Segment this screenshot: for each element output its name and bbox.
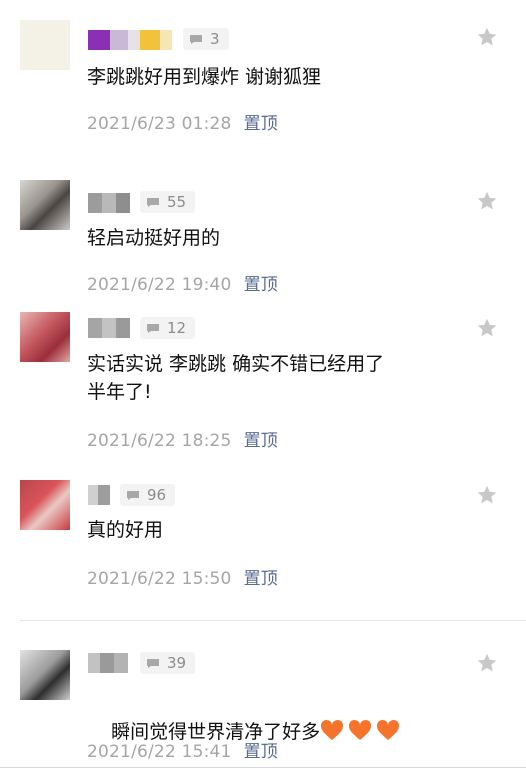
divider xyxy=(20,620,526,621)
comment-text: 李跳跳好用到爆炸 谢谢狐狸 xyxy=(87,66,322,88)
comment-meta: 2021/6/22 15:41 置顶 xyxy=(87,737,278,762)
username-pixelated[interactable] xyxy=(88,485,110,505)
heart-icon xyxy=(321,719,344,740)
reply-count: 39 xyxy=(167,654,187,672)
pin-link[interactable]: 置顶 xyxy=(244,114,278,134)
username-pixelated[interactable] xyxy=(88,30,172,50)
divider xyxy=(0,767,526,768)
reply-count-badge[interactable]: 39 xyxy=(140,652,196,674)
username-pixelated[interactable] xyxy=(88,318,130,338)
pin-link[interactable]: 置顶 xyxy=(244,569,278,589)
pin-link[interactable]: 置顶 xyxy=(244,742,278,762)
heart-icon xyxy=(349,719,372,740)
comment-meta: 2021/6/22 15:50 置顶 xyxy=(87,564,278,589)
comment-text: 实话实说 李跳跳 确实不错已经用了 半年了! xyxy=(87,353,385,403)
comment-text: 轻启动挺好用的 xyxy=(87,227,221,249)
comment-meta: 2021/6/23 01:28 置顶 xyxy=(87,109,278,134)
comment-bubble-icon xyxy=(189,34,203,45)
reply-count: 96 xyxy=(147,486,167,504)
pin-link[interactable]: 置顶 xyxy=(244,431,278,451)
avatar[interactable] xyxy=(20,312,70,362)
star-icon[interactable] xyxy=(476,26,498,48)
star-icon[interactable] xyxy=(476,317,498,339)
avatar[interactable] xyxy=(20,20,70,70)
avatar[interactable] xyxy=(20,480,70,530)
username-pixelated[interactable] xyxy=(88,653,128,673)
reply-count-badge[interactable]: 3 xyxy=(183,28,229,50)
star-icon[interactable] xyxy=(476,484,498,506)
comment-bubble-icon xyxy=(126,490,140,501)
timestamp: 2021/6/22 15:41 xyxy=(87,742,232,762)
reply-count-badge[interactable]: 55 xyxy=(140,191,196,213)
comment-meta: 2021/6/22 19:40 置顶 xyxy=(87,270,278,295)
avatar[interactable] xyxy=(20,650,70,700)
comment-text: 真的好用 xyxy=(87,519,164,541)
avatar[interactable] xyxy=(20,180,70,230)
timestamp: 2021/6/22 15:50 xyxy=(87,569,232,589)
reply-count: 3 xyxy=(210,30,220,48)
comment-meta: 2021/6/22 18:25 置顶 xyxy=(87,426,278,451)
timestamp: 2021/6/22 19:40 xyxy=(87,275,232,295)
timestamp: 2021/6/23 01:28 xyxy=(87,114,232,134)
reply-count: 55 xyxy=(167,193,187,211)
reply-count: 12 xyxy=(167,319,187,337)
reply-count-badge[interactable]: 12 xyxy=(140,317,196,339)
reply-count-badge[interactable]: 96 xyxy=(120,484,176,506)
heart-icon xyxy=(377,719,400,740)
timestamp: 2021/6/22 18:25 xyxy=(87,431,232,451)
star-icon[interactable] xyxy=(476,190,498,212)
username-pixelated[interactable] xyxy=(88,193,130,213)
star-icon[interactable] xyxy=(476,652,498,674)
pin-link[interactable]: 置顶 xyxy=(244,275,278,295)
comment-bubble-icon xyxy=(146,197,160,208)
comment-bubble-icon xyxy=(146,658,160,669)
comment-bubble-icon xyxy=(146,323,160,334)
